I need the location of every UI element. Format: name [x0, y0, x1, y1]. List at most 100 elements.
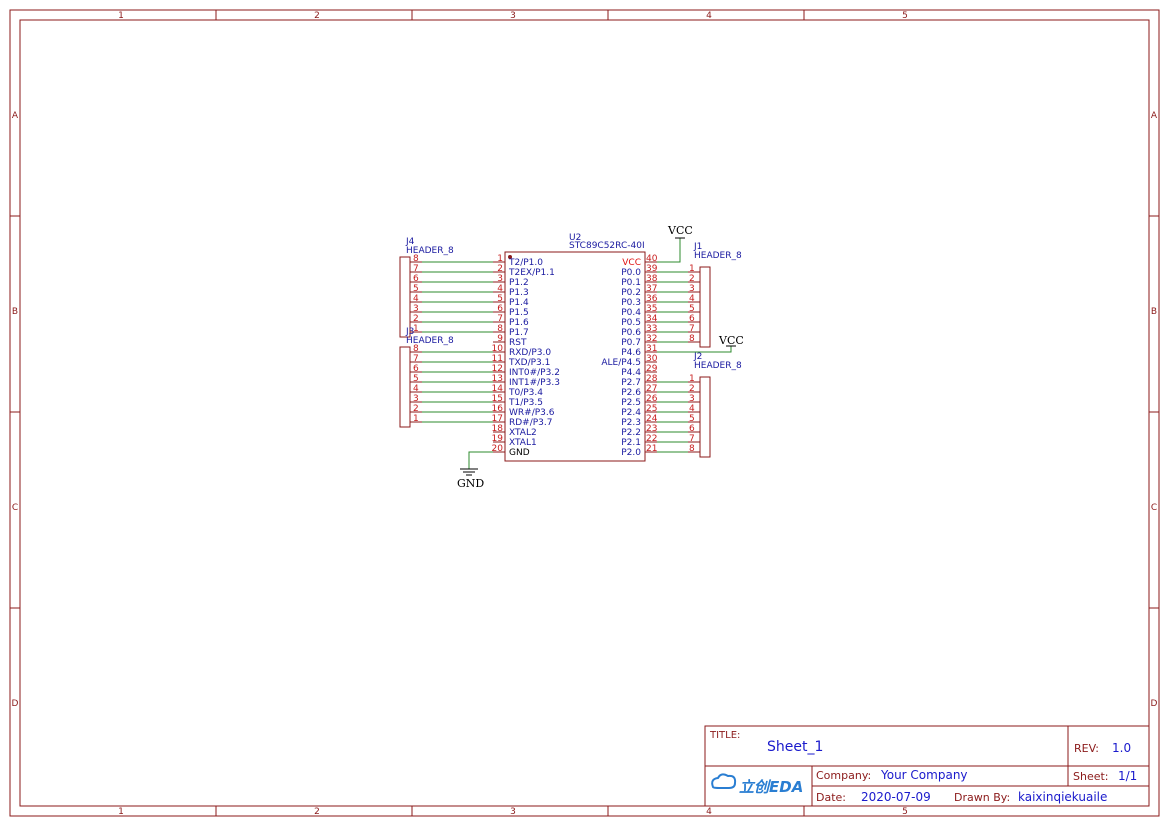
u2-pin-number: 35: [646, 304, 657, 314]
j3-body[interactable]: [399, 346, 411, 428]
u2-pin-number: 37: [646, 284, 657, 294]
u2-pin-number: 6: [497, 304, 503, 314]
frame: [9, 9, 1160, 817]
j4-body[interactable]: [399, 256, 411, 338]
vcc-label-1: VCC: [667, 224, 693, 237]
j1-value: HEADER_8: [694, 251, 742, 261]
col-label-top: 1: [118, 11, 124, 21]
u2-pin-name: P0.4: [621, 308, 641, 318]
u2-pin-name: P2.0: [621, 448, 641, 458]
col-label-top: 4: [706, 11, 712, 21]
u2-pin-name: P2.4: [621, 408, 641, 418]
rev-value: 1.0: [1112, 741, 1131, 755]
j4-pin-number: 6: [413, 274, 419, 284]
col-label-bottom: 4: [706, 807, 712, 817]
u2-pin-number: 24: [646, 414, 658, 424]
u2-pin-number: 17: [492, 414, 503, 424]
u2-pin-number: 5: [497, 294, 503, 304]
vcc-label-2: VCC: [718, 334, 744, 347]
j2-pin-number: 3: [689, 394, 695, 404]
u2-pin-number: 30: [646, 354, 658, 364]
u2-pin-number: 33: [646, 324, 657, 334]
j4-header[interactable]: 87654321: [399, 254, 422, 338]
u2-pin-number: 13: [492, 374, 503, 384]
u2-pin-number: 29: [646, 364, 658, 374]
u2-pin-number: 22: [646, 434, 657, 444]
u2-pin-number: 34: [646, 314, 658, 324]
j3-pin-number: 1: [413, 414, 419, 424]
j2-pin-number: 4: [689, 404, 695, 414]
u2-pin-number: 26: [646, 394, 658, 404]
u2-pin-name: P1.6: [509, 318, 529, 328]
u2-pin-name: P0.3: [621, 298, 641, 308]
vcc-symbol-1: VCC: [657, 224, 693, 263]
u2-pin-name: P1.2: [509, 278, 529, 288]
headers: 87654321 87654321 12345678 12345678: [399, 254, 711, 458]
j1-pin-number: 1: [689, 264, 695, 274]
u2-pin-name: RD#/P3.7: [509, 418, 553, 428]
j3-pin-number: 5: [413, 374, 419, 384]
u2-pin-number: 14: [492, 384, 504, 394]
j2-body[interactable]: [699, 376, 711, 458]
j3-header[interactable]: 87654321: [399, 344, 422, 428]
lceda-logo: 立创EDA: [711, 773, 803, 796]
j4-pin-number: 4: [413, 294, 419, 304]
u2-left-pins: 1 T2/P1.0 2 T2EX/P1.1 3 P1.2 4 P1.3 5 P1.4 6 P1.5 7 P…: [492, 254, 560, 458]
sheet-value: 1/1: [1118, 769, 1137, 783]
u2-pin-number: 23: [646, 424, 657, 434]
u2-pin-name: GND: [509, 448, 530, 458]
u2-mcu[interactable]: U2 STC89C52RC-40I 1 T2/P1.02 T2EX/P1.13 P1.…: [492, 233, 658, 462]
u2-pin-name: P0.2: [621, 288, 641, 298]
schematic-sheet: 1 2 3 4 5 1 2 3 4 5 A B C D A B C D U2 S…: [9, 9, 1160, 817]
gnd-label: GND: [457, 477, 484, 490]
u2-pin-name: P2.6: [621, 388, 641, 398]
drawn-by-label: Drawn By:: [954, 791, 1010, 804]
j2-pin-number: 7: [689, 434, 695, 444]
u2-pin-name: P2.7: [621, 378, 641, 388]
col-label-top: 2: [314, 11, 320, 21]
u2-value: STC89C52RC-40I: [569, 241, 645, 251]
title-value: Sheet_1: [767, 739, 823, 755]
u2-pin-number: 1: [497, 254, 503, 264]
u2-pin-name: VCC: [622, 258, 641, 268]
u2-pin-name: P1.3: [509, 288, 529, 298]
gnd-symbol: GND: [457, 451, 493, 490]
u2-pin-number: 40: [646, 254, 658, 264]
u2-pin-name: P1.4: [509, 298, 529, 308]
company-value: Your Company: [880, 768, 968, 782]
logo-text: 立创EDA: [739, 778, 803, 796]
u2-pin-name: WR#/P3.6: [509, 408, 555, 418]
u2-pin-name: P4.6: [621, 348, 641, 358]
u2-right-pins: 40 VCC 39 P0.0 38 P0.1 37 P0.2 36 P0.3 35 P0.4 34 P0.…: [601, 254, 657, 458]
j3-value: HEADER_8: [406, 336, 454, 346]
j3-pin-number: 4: [413, 384, 419, 394]
j3-pin-number: 6: [413, 364, 419, 374]
u2-pin-name: P4.4: [621, 368, 641, 378]
j2-header[interactable]: 12345678: [688, 374, 711, 458]
j4-pin-number: 2: [413, 314, 419, 324]
j3-pin-number: 7: [413, 354, 419, 364]
j1-pin-number: 2: [689, 274, 695, 284]
u2-pin-number: 15: [492, 394, 503, 404]
col-label-top: 3: [510, 11, 516, 21]
row-label-left: B: [12, 307, 18, 317]
u2-pin-name: T0/P3.4: [508, 388, 543, 398]
u2-pin-name: P0.0: [621, 268, 641, 278]
col-label-bottom: 2: [314, 807, 320, 817]
j3-pin-number: 3: [413, 394, 419, 404]
j2-pin-number: 6: [689, 424, 695, 434]
u2-pin-number: 16: [492, 404, 504, 414]
date-value: 2020-07-09: [861, 790, 931, 804]
u2-pin-number: 38: [646, 274, 658, 284]
u2-pin-number: 9: [497, 334, 503, 344]
u2-pin-name: P0.7: [621, 338, 641, 348]
j1-body[interactable]: [699, 266, 711, 348]
u2-pin-number: 7: [497, 314, 503, 324]
u2-pin-number: 36: [646, 294, 658, 304]
u2-pin-number: 19: [492, 434, 504, 444]
j1-header[interactable]: 12345678: [688, 264, 711, 348]
u2-pin-number: 20: [492, 444, 504, 454]
j1-pin-number: 5: [689, 304, 695, 314]
outer-border: [9, 9, 1160, 817]
row-label-right: C: [1151, 503, 1157, 513]
